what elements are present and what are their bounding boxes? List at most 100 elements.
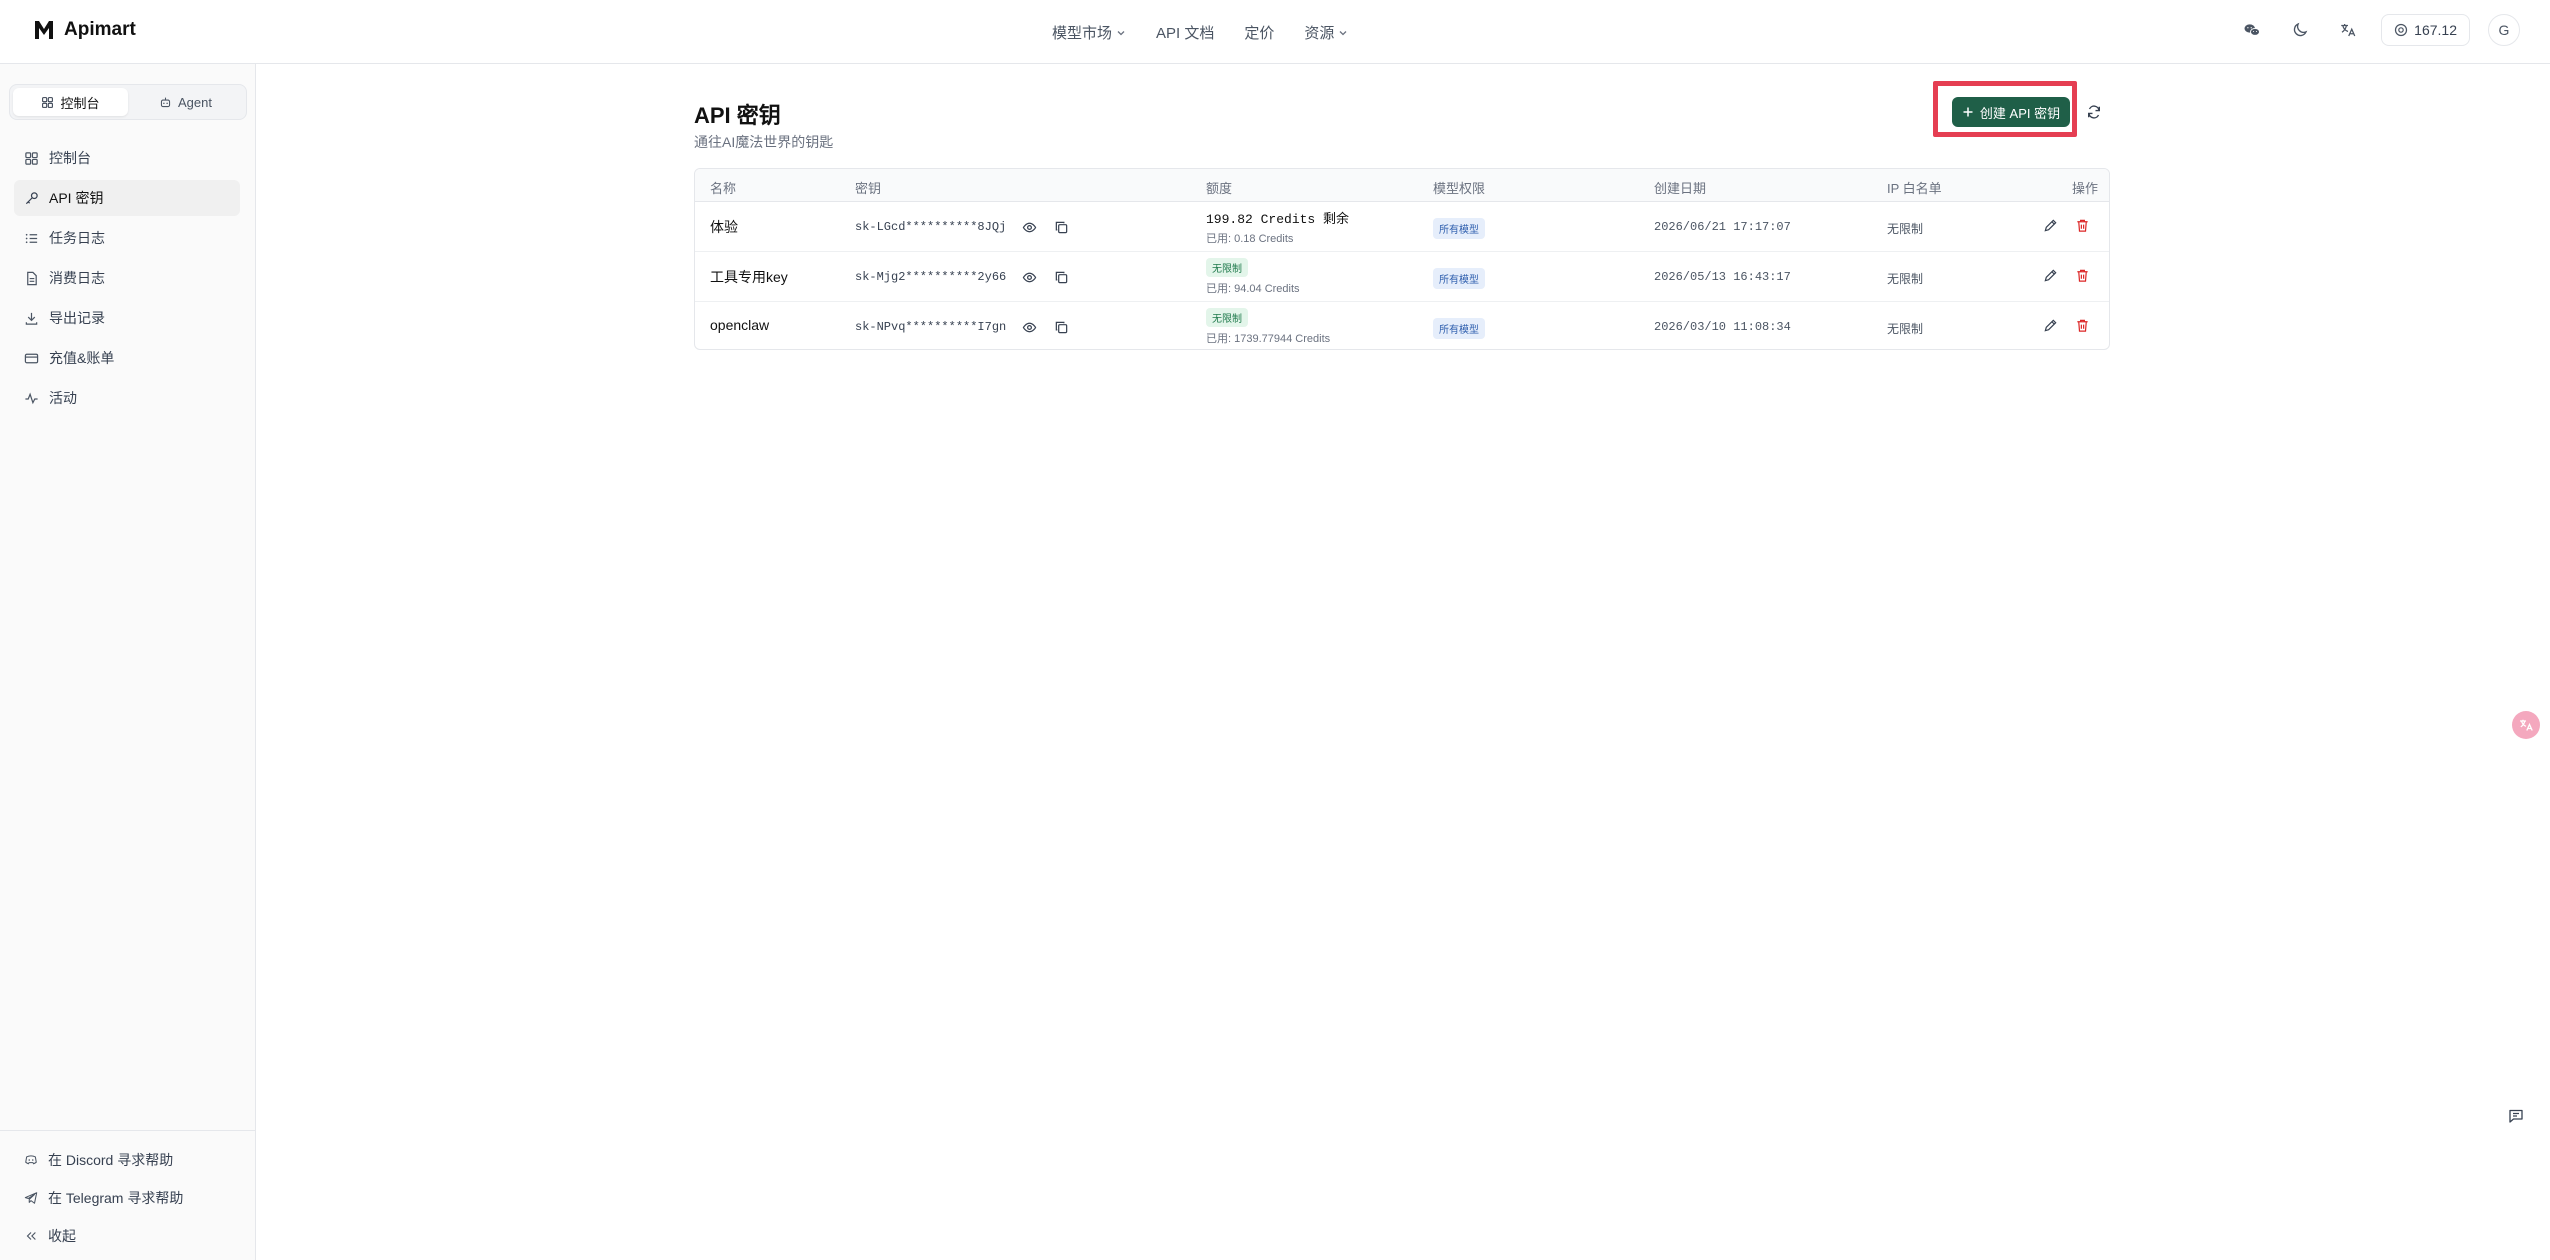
delete-key-button[interactable]: [2073, 316, 2091, 334]
key-cell: sk-Mjg2**********2y66: [855, 268, 1070, 286]
nav-api-docs-label: API 文档: [1156, 25, 1215, 42]
nav-model-market[interactable]: 模型市场: [1052, 22, 1126, 43]
sidebar-item-console[interactable]: 控制台: [14, 140, 240, 176]
quota-used: 已用: 0.18 Credits: [1206, 233, 1294, 245]
copy-key-button[interactable]: [1052, 218, 1070, 236]
key-name: 工具专用key: [710, 269, 788, 285]
app-name: Apimart: [64, 19, 136, 40]
floating-translate-button[interactable]: [2512, 711, 2540, 739]
download-icon: [25, 312, 38, 325]
copy-icon: [1055, 271, 1067, 283]
eye-icon: [1022, 272, 1037, 282]
theme-toggle-button[interactable]: [2285, 15, 2315, 45]
key-value: sk-NPvq**********I7gn: [855, 320, 1007, 334]
sidebar-item-usage-logs[interactable]: 消费日志: [14, 260, 240, 296]
language-button[interactable]: [2333, 15, 2363, 45]
app-logo[interactable]: Apimart: [32, 18, 136, 42]
key-cell: sk-NPvq**********I7gn: [855, 318, 1070, 336]
plus-icon: [1963, 107, 1973, 117]
edit-icon: [2043, 268, 2057, 282]
key-name: 体验: [710, 219, 738, 235]
list-icon: [25, 233, 38, 243]
message-square-icon: [2509, 1109, 2523, 1123]
permission-badge: 所有模型: [1433, 268, 1485, 289]
chevrons-left-icon: [26, 1232, 36, 1240]
refresh-button[interactable]: [2082, 100, 2106, 124]
page-subtitle: 通往AI魔法世界的钥匙: [694, 134, 834, 150]
quota-unlimited-badge: 无限制: [1206, 258, 1248, 277]
sidebar-item-export-records[interactable]: 导出记录: [14, 300, 240, 336]
copy-key-button[interactable]: [1052, 318, 1070, 336]
tab-agent[interactable]: Agent: [128, 88, 243, 116]
permission-cell: 所有模型: [1433, 218, 1485, 239]
collapse-sidebar-button[interactable]: 收起: [0, 1217, 255, 1255]
translate-icon: [2520, 719, 2533, 731]
permission-cell: 所有模型: [1433, 268, 1485, 289]
delete-key-button[interactable]: [2073, 216, 2091, 234]
edit-key-button[interactable]: [2041, 266, 2059, 284]
created-date: 2026/03/10 11:08:34: [1654, 320, 1791, 334]
quota-remaining: 199.82 Credits 剩余: [1206, 212, 1350, 227]
ip-whitelist: 无限制: [1887, 272, 1924, 286]
nav-resources-label: 资源: [1304, 25, 1335, 42]
sidebar-item-activity[interactable]: 活动: [14, 380, 240, 416]
file-icon: [27, 271, 37, 285]
reveal-key-button[interactable]: [1020, 218, 1038, 236]
nav-resources[interactable]: 资源: [1304, 22, 1348, 43]
reveal-key-button[interactable]: [1020, 268, 1038, 286]
sidebar-item-label: 消费日志: [49, 270, 105, 286]
top-bar: Apimart 模型市场 API 文档 定价 资源 167.12 G: [0, 0, 2550, 64]
telegram-help-link[interactable]: 在 Telegram 寻求帮助: [0, 1179, 255, 1217]
key-icon: [25, 191, 38, 204]
telegram-icon: [24, 1192, 38, 1204]
translate-icon: [2341, 24, 2356, 37]
robot-icon: [160, 97, 171, 107]
main-nav: 模型市场 API 文档 定价 资源: [1052, 22, 1348, 43]
quota-cell: 199.82 Credits 剩余 已用: 0.18 Credits: [1206, 208, 1349, 246]
copy-key-button[interactable]: [1052, 268, 1070, 286]
column-quota: 额度: [1206, 181, 1233, 196]
table-row: openclaw sk-NPvq**********I7gn 无限制 已用: 1…: [695, 302, 2109, 349]
sidebar-item-label: 控制台: [49, 150, 91, 166]
key-name: openclaw: [710, 317, 770, 333]
sidebar-item-task-logs[interactable]: 任务日志: [14, 220, 240, 256]
discord-help-link[interactable]: 在 Discord 寻求帮助: [0, 1141, 255, 1179]
delete-key-button[interactable]: [2073, 266, 2091, 284]
copy-icon: [1055, 221, 1067, 233]
create-api-key-button[interactable]: 创建 API 密钥: [1952, 97, 2070, 127]
created-date: 2026/06/21 17:17:07: [1654, 220, 1791, 234]
feedback-button[interactable]: [2508, 1108, 2526, 1126]
telegram-help-label: 在 Telegram 寻求帮助: [48, 1190, 184, 1206]
nav-api-docs[interactable]: API 文档: [1156, 22, 1214, 43]
balance-badge[interactable]: 167.12: [2381, 14, 2470, 46]
quota-cell: 无限制 已用: 1739.77944 Credits: [1206, 308, 1330, 346]
wechat-button[interactable]: [2237, 15, 2267, 45]
sidebar-item-label: 充值&账单: [49, 350, 115, 366]
api-keys-table: 名称 密钥 额度 模型权限 创建日期 IP 白名单 操作 体验 sk-LGcd*…: [694, 168, 2110, 350]
key-value: sk-LGcd**********8JQj: [855, 220, 1007, 234]
refresh-icon: [2088, 105, 2100, 119]
nav-pricing[interactable]: 定价: [1244, 22, 1274, 43]
card-icon: [24, 353, 39, 363]
edit-icon: [2043, 218, 2057, 232]
edit-key-button[interactable]: [2041, 216, 2059, 234]
column-model-permission: 模型权限: [1433, 181, 1486, 196]
quota-unlimited-badge: 无限制: [1206, 308, 1248, 327]
nav-model-market-label: 模型市场: [1052, 25, 1113, 42]
key-value: sk-Mjg2**********2y66: [855, 270, 1007, 284]
sidebar-item-api-keys[interactable]: API 密钥: [14, 180, 240, 216]
balance-value: 167.12: [2414, 22, 2457, 38]
sidebar-menu: 控制台 API 密钥 任务日志 消费日志 导出记录 充值&账单 活动: [14, 140, 240, 420]
trash-icon: [2076, 219, 2088, 232]
reveal-key-button[interactable]: [1020, 318, 1038, 336]
activity-icon: [25, 392, 38, 404]
column-key: 密钥: [855, 181, 882, 196]
user-avatar[interactable]: G: [2488, 14, 2520, 46]
chevron-down-icon: [1339, 30, 1347, 35]
sidebar-item-billing[interactable]: 充值&账单: [14, 340, 240, 376]
quota-used: 已用: 1739.77944 Credits: [1206, 333, 1331, 345]
edit-key-button[interactable]: [2041, 316, 2059, 334]
tab-console[interactable]: 控制台: [13, 88, 128, 116]
permission-badge: 所有模型: [1433, 318, 1485, 339]
permission-cell: 所有模型: [1433, 318, 1485, 339]
